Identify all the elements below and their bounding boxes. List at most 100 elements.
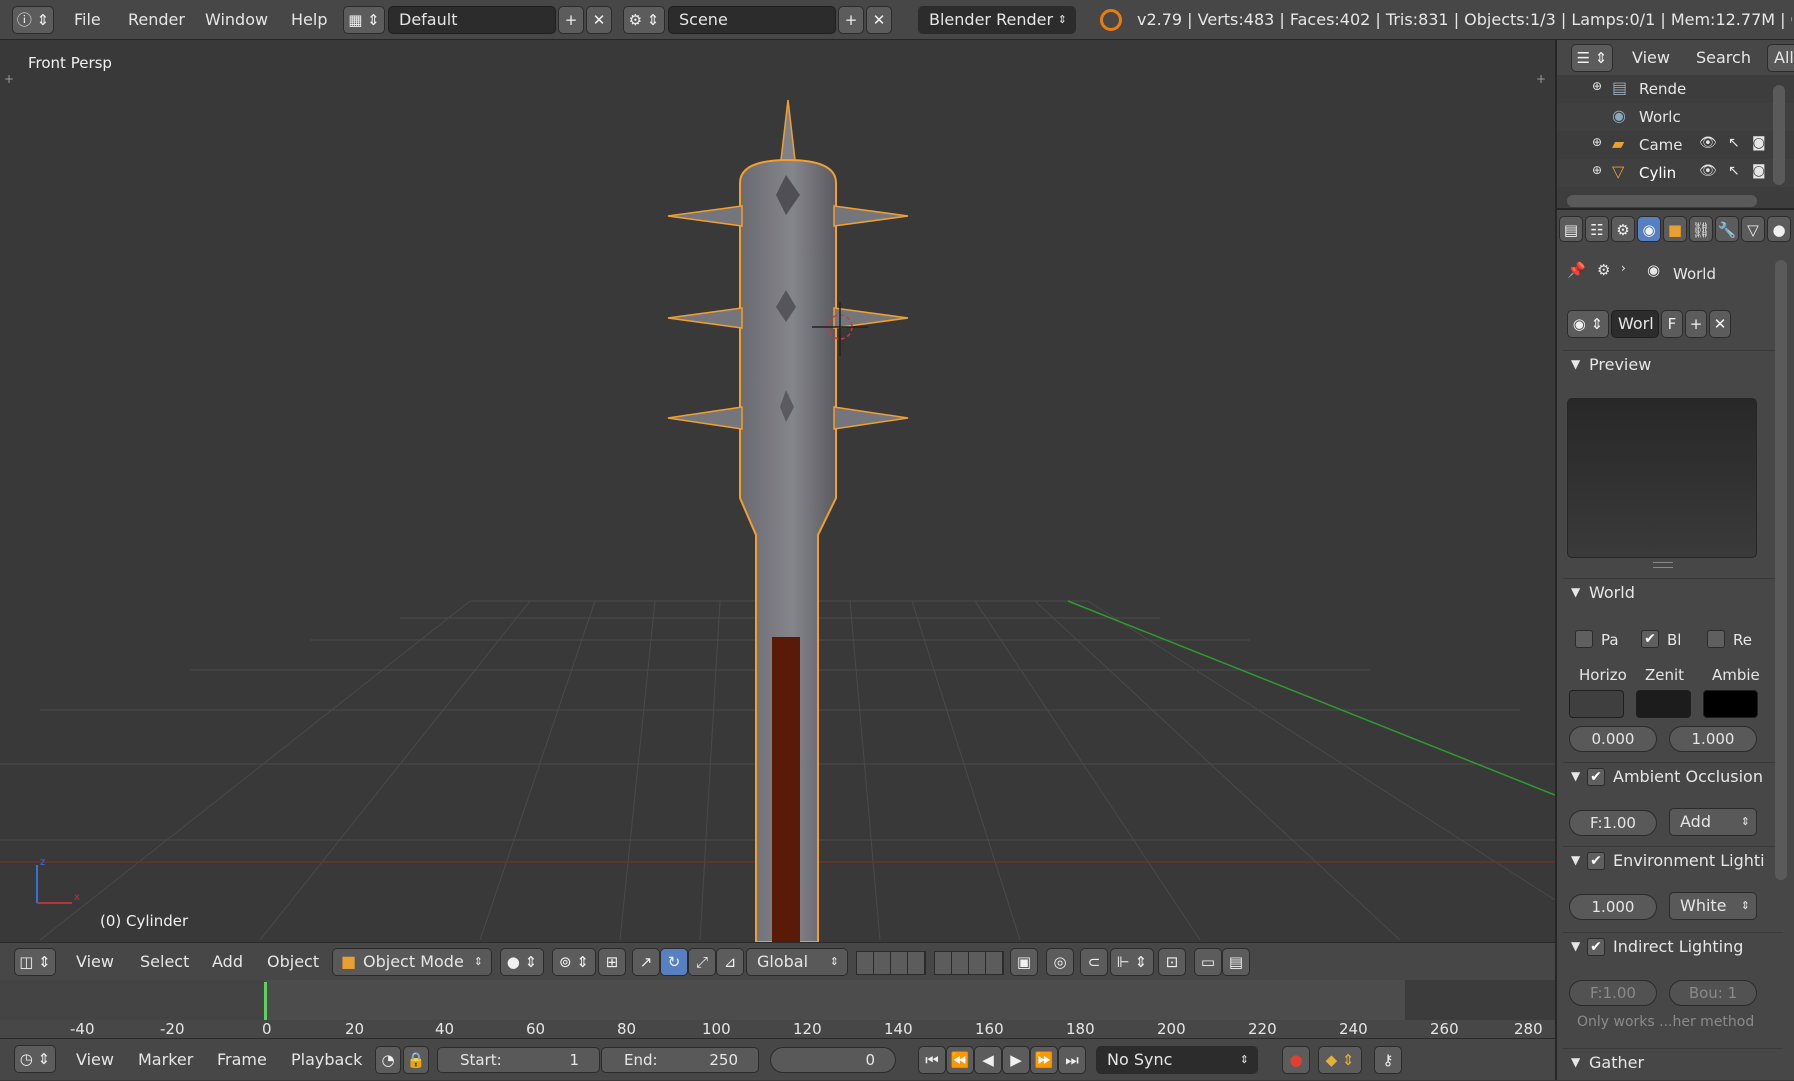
preview-resize-handle-icon[interactable] bbox=[1653, 562, 1673, 568]
area-divider[interactable] bbox=[1555, 40, 1557, 1080]
scene-layers-grid-2[interactable] bbox=[934, 951, 1004, 975]
menu-window[interactable]: Window bbox=[205, 0, 268, 40]
current-frame-marker[interactable] bbox=[264, 982, 267, 1020]
viewport-shading-icon[interactable]: ● ⇕ bbox=[500, 948, 544, 976]
indirect-bounces-field[interactable]: Bou: 1 bbox=[1669, 980, 1757, 1006]
world-browse-icon[interactable]: ◉ ⇕ bbox=[1567, 310, 1609, 338]
add-scene-icon[interactable]: + bbox=[838, 6, 864, 34]
renderability-camera-icon[interactable]: ◙ bbox=[1752, 135, 1766, 151]
ao-blend-dropdown[interactable]: Add ⇕ bbox=[1669, 808, 1757, 836]
zenith-color-swatch[interactable] bbox=[1636, 690, 1691, 718]
keyframe-type-icon[interactable]: ⚷ bbox=[1374, 1046, 1402, 1074]
outliner-menu-view[interactable]: View bbox=[1632, 40, 1670, 75]
scene-icon[interactable]: ⚙ ⇕ bbox=[623, 6, 665, 34]
scale-manipulator-icon[interactable]: ⤢ bbox=[688, 948, 716, 976]
env-lighting-enable-checkbox[interactable]: ✔ bbox=[1587, 852, 1605, 870]
snap-element-icon[interactable]: ⊩ ⇕ bbox=[1110, 948, 1154, 976]
timeline-menu-marker[interactable]: Marker bbox=[138, 1039, 193, 1081]
env-energy-field[interactable]: 1.000 bbox=[1569, 894, 1657, 920]
manipulator-toggle-icon[interactable]: ⊞ bbox=[598, 948, 626, 976]
remove-layout-icon[interactable]: ✕ bbox=[586, 6, 612, 34]
preview-range-icon[interactable]: ◔ bbox=[375, 1046, 401, 1074]
timeline-area[interactable]: -40 -20 0 20 40 60 80 100 120 140 160 18… bbox=[0, 980, 1555, 1038]
menu-render[interactable]: Render bbox=[128, 0, 185, 40]
editor-type-timeline-icon[interactable]: ◷ ⇕ bbox=[14, 1045, 56, 1073]
pin-icon[interactable]: 📌 bbox=[1567, 261, 1586, 279]
properties-scrollbar[interactable] bbox=[1775, 260, 1787, 880]
range-field[interactable]: 1.000 bbox=[1669, 726, 1757, 752]
area-divider[interactable] bbox=[1557, 208, 1794, 210]
keying-set-icon[interactable]: ◆ ⇕ bbox=[1318, 1046, 1362, 1074]
modifiers-tab-icon[interactable]: 🔧 bbox=[1715, 216, 1739, 242]
indirect-lighting-enable-checkbox[interactable]: ✔ bbox=[1587, 938, 1605, 956]
outliner-item[interactable]: ⊕ ▰ Came 👁 ↖ ◙ bbox=[1557, 131, 1794, 159]
scene-field[interactable]: Scene bbox=[668, 6, 836, 34]
timeline-menu-frame[interactable]: Frame bbox=[217, 1039, 267, 1081]
outliner-item[interactable]: ◉ Worlc bbox=[1557, 103, 1794, 131]
object-tab-icon[interactable]: ■ bbox=[1663, 216, 1687, 242]
outliner[interactable]: ☰ ⇕ View Search All ⊕ ▤ Rende ◉ Worlc ⊕ … bbox=[1557, 40, 1794, 210]
current-frame-field[interactable]: 0 bbox=[770, 1047, 896, 1073]
snap-target-icon[interactable]: ⊡ bbox=[1158, 948, 1186, 976]
material-tab-icon[interactable]: ● bbox=[1767, 216, 1791, 242]
toolshelf-toggle-icon[interactable]: + bbox=[4, 72, 14, 86]
timeline-menu-view[interactable]: View bbox=[76, 1039, 114, 1081]
ao-enable-checkbox[interactable]: ✔ bbox=[1587, 768, 1605, 786]
properties-editor[interactable]: ▤ ☷ ⚙ ◉ ■ ⛓ 🔧 ▽ ● 📌 ⚙ › ◉ World ◉ ⇕ Worl… bbox=[1557, 210, 1794, 1080]
scene-layers-grid-1[interactable] bbox=[856, 951, 926, 975]
unlink-world-icon[interactable]: ✕ bbox=[1709, 310, 1731, 338]
ao-panel-header[interactable]: ▼ ✔ Ambient Occlusion bbox=[1563, 762, 1783, 794]
outliner-menu-search[interactable]: Search bbox=[1696, 40, 1751, 75]
jump-end-icon[interactable]: ⏭ bbox=[1058, 1046, 1086, 1074]
snap-toggle-icon[interactable]: ⊂ bbox=[1080, 948, 1108, 976]
gather-panel-header[interactable]: ▼ Gather bbox=[1563, 1048, 1783, 1080]
fake-user-button[interactable]: F bbox=[1661, 310, 1683, 338]
env-color-dropdown[interactable]: White ⇕ bbox=[1669, 892, 1757, 920]
play-icon[interactable]: ▶ bbox=[1002, 1046, 1030, 1074]
new-world-icon[interactable]: + bbox=[1685, 310, 1707, 338]
remove-scene-icon[interactable]: ✕ bbox=[866, 6, 892, 34]
world-tab-icon[interactable]: ◉ bbox=[1637, 216, 1661, 242]
menu-view[interactable]: View bbox=[76, 943, 114, 981]
properties-toggle-icon[interactable]: + bbox=[1536, 72, 1546, 86]
outliner-item[interactable]: ⊕ ▤ Rende bbox=[1557, 75, 1794, 103]
blend-sky-checkbox[interactable]: ✔ bbox=[1641, 630, 1659, 648]
menu-select[interactable]: Select bbox=[140, 943, 189, 981]
outliner-item[interactable]: ⊕ ▽ Cylin 👁 ↖ ◙ bbox=[1557, 159, 1794, 187]
render-engine-dropdown[interactable]: Blender Render ⇕ bbox=[918, 6, 1076, 34]
lock-time-icon[interactable]: 🔒 bbox=[403, 1046, 429, 1074]
opengl-render-icon[interactable]: ▭ bbox=[1194, 948, 1222, 976]
menu-add[interactable]: Add bbox=[212, 943, 243, 981]
orientation-dropdown[interactable]: Global ⇕ bbox=[746, 948, 848, 976]
mode-dropdown[interactable]: ■ Object Mode ⇕ bbox=[332, 948, 492, 976]
end-frame-field[interactable]: End: 250 bbox=[601, 1047, 759, 1073]
3d-viewport[interactable]: z x Front Persp (0) Cylinder + + bbox=[0, 40, 1555, 942]
editor-type-3d-icon[interactable]: ◫ ⇕ bbox=[14, 948, 56, 976]
exposure-field[interactable]: 0.000 bbox=[1569, 726, 1657, 752]
lock-layers-icon[interactable]: ▣ bbox=[1010, 948, 1038, 976]
menu-help[interactable]: Help bbox=[291, 0, 327, 40]
real-sky-checkbox[interactable] bbox=[1707, 630, 1725, 648]
screen-layout-icon[interactable]: ▦ ⇕ bbox=[343, 6, 385, 34]
renderability-camera-icon[interactable]: ◙ bbox=[1752, 163, 1766, 179]
world-name-field[interactable]: Worl bbox=[1611, 310, 1659, 338]
visibility-eye-icon[interactable]: 👁 bbox=[1699, 163, 1717, 179]
proportional-edit-icon[interactable]: ◎ bbox=[1046, 948, 1074, 976]
world-panel-header[interactable]: ▼ World bbox=[1563, 578, 1783, 610]
render-layers-tab-icon[interactable]: ☷ bbox=[1585, 216, 1609, 242]
indirect-lighting-panel-header[interactable]: ▼ ✔ Indirect Lighting bbox=[1563, 932, 1783, 964]
rotate-manipulator-icon[interactable]: ↻ bbox=[660, 948, 688, 976]
timeline-menu-playback[interactable]: Playback bbox=[291, 1039, 362, 1081]
screen-layout-field[interactable]: Default bbox=[388, 6, 556, 34]
scene-tab-icon[interactable]: ⚙ bbox=[1611, 216, 1635, 242]
indirect-factor-field[interactable]: F:1.00 bbox=[1569, 980, 1657, 1006]
outliner-vertical-scrollbar[interactable] bbox=[1773, 85, 1785, 185]
expand-icon[interactable]: ⊕ bbox=[1592, 79, 1602, 93]
ambient-color-swatch[interactable] bbox=[1703, 690, 1758, 718]
constraints-tab-icon[interactable]: ⛓ bbox=[1689, 216, 1713, 242]
start-frame-field[interactable]: Start: 1 bbox=[437, 1047, 600, 1073]
editor-type-info-icon[interactable]: ⓘ ⇕ bbox=[12, 6, 54, 34]
translate-manipulator-icon[interactable]: ↗ bbox=[632, 948, 660, 976]
render-tab-icon[interactable]: ▤ bbox=[1559, 216, 1583, 242]
expand-icon[interactable]: ⊕ bbox=[1592, 135, 1602, 149]
